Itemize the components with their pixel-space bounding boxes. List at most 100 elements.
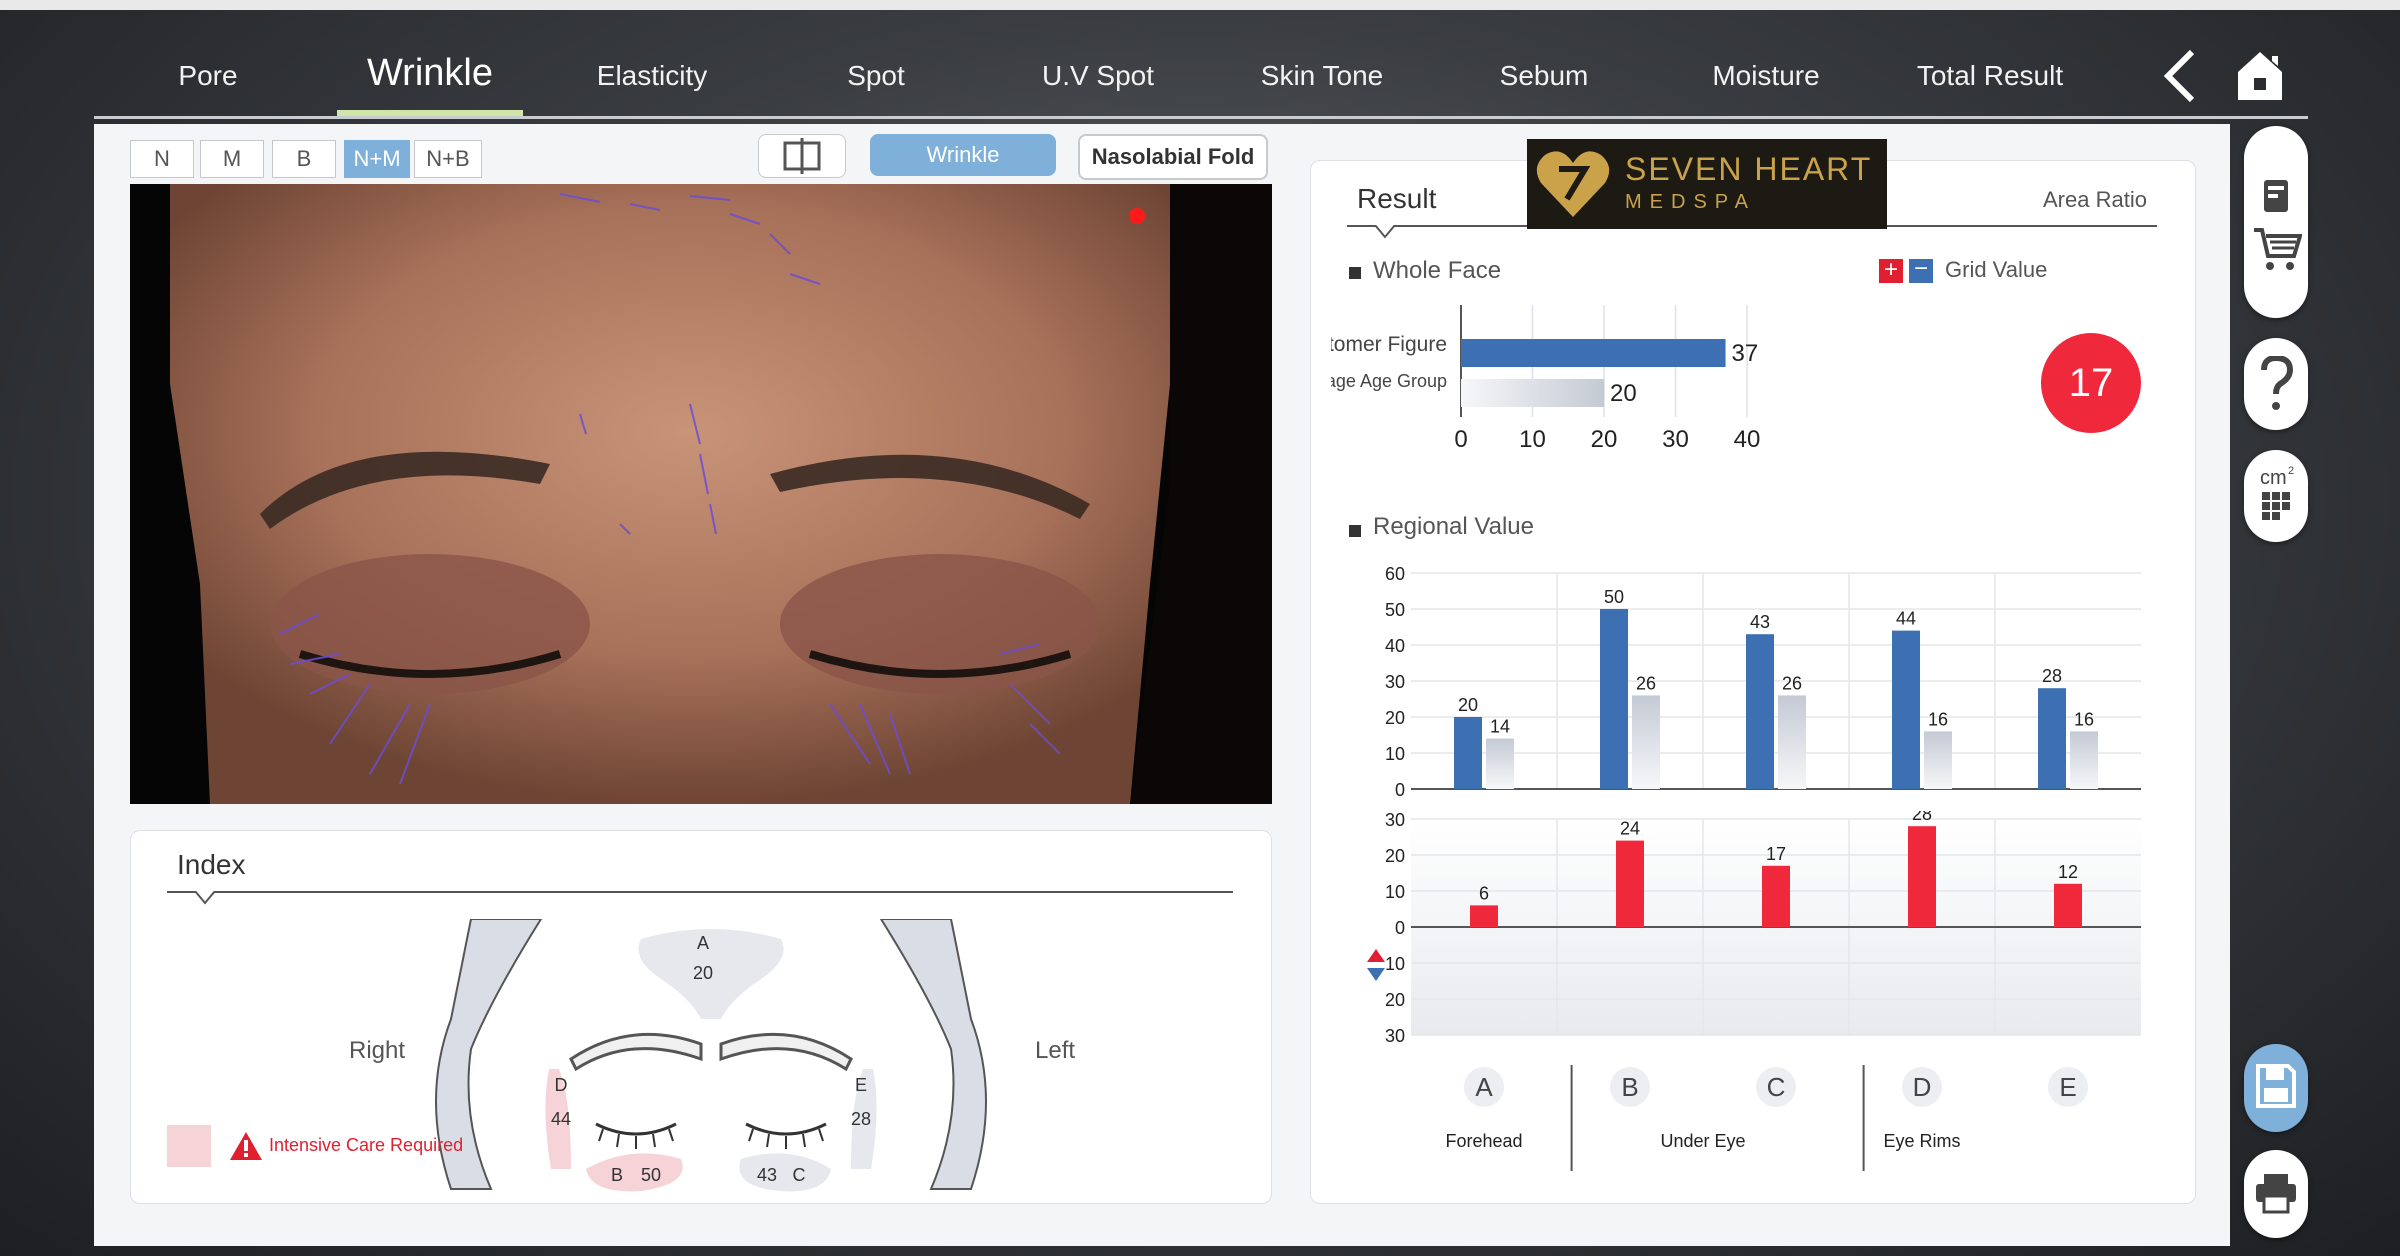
- data-label: 17: [1766, 844, 1786, 864]
- bar-average: [1486, 738, 1514, 789]
- y-tick-label: 40: [1385, 636, 1405, 656]
- group-label: Eye Rims: [1883, 1131, 1960, 1151]
- category-label: Customer Figure: [1331, 333, 1447, 356]
- bar-difference: [1470, 905, 1498, 927]
- tab-skin-tone[interactable]: Skin Tone: [1232, 60, 1412, 92]
- warning-icon: [230, 1132, 262, 1160]
- data-label: 26: [1636, 673, 1656, 693]
- regional-value-label: Regional Value: [1373, 513, 1535, 540]
- logo-line1: SEVEN HEART: [1625, 151, 1873, 187]
- y-tick-label: 10: [1385, 954, 1405, 974]
- mode-nm-button[interactable]: N+M: [344, 140, 410, 178]
- data-label: 20: [1458, 695, 1478, 715]
- data-label: 12: [2058, 862, 2078, 882]
- region-e-value: 28: [851, 1109, 871, 1129]
- bar-average: [1778, 695, 1806, 789]
- split-view-icon: [783, 138, 821, 174]
- y-tick-label: 10: [1385, 882, 1405, 902]
- tab-wrinkle[interactable]: Wrinkle: [340, 52, 520, 95]
- whole-face-label: Whole Face: [1373, 257, 1502, 284]
- top-nav: Pore Wrinkle Elasticity Spot U.V Spot Sk…: [94, 40, 2308, 119]
- bar-difference: [2054, 883, 2082, 927]
- y-tick-label: 10: [1385, 744, 1405, 764]
- wrinkle-analysis-button[interactable]: Wrinkle: [870, 134, 1056, 176]
- back-icon[interactable]: [2160, 48, 2200, 109]
- face-photo[interactable]: [130, 184, 1272, 804]
- svg-text:cm: cm: [2260, 467, 2287, 489]
- y-tick-label: 30: [1385, 811, 1405, 830]
- bar-customer: [2038, 688, 2066, 789]
- help-icon: [2261, 356, 2294, 410]
- mode-n-button[interactable]: N: [130, 140, 194, 178]
- printer-icon: [2256, 1174, 2296, 1214]
- area-unit-button[interactable]: cm 2: [2244, 450, 2308, 542]
- tab-spot[interactable]: Spot: [786, 60, 966, 92]
- mode-b-button[interactable]: B: [272, 140, 336, 178]
- save-icon: [2256, 1064, 2296, 1108]
- mode-nb-button[interactable]: N+B: [414, 140, 482, 178]
- section-bullet: [1349, 525, 1361, 537]
- grid-minus-button[interactable]: −: [1909, 257, 1933, 283]
- grid-plus-button[interactable]: +: [1879, 258, 1903, 283]
- window-titlebar: [0, 0, 2400, 10]
- y-tick-label: 20: [1385, 846, 1405, 866]
- mode-m-button[interactable]: M: [200, 140, 264, 178]
- region-category-axis: A B C D E Forehead Under Eye Eye Rims: [1445, 1065, 2088, 1171]
- bar: [1461, 339, 1726, 367]
- data-label: 26: [1782, 673, 1802, 693]
- regional-diff-chart: 30 20 10 0 10 20 30 6 24 17 28 12: [1385, 811, 2141, 1046]
- cart-icon[interactable]: [2252, 226, 2302, 272]
- svg-text:2: 2: [2288, 465, 2294, 477]
- caret-icon: [1374, 225, 1396, 239]
- tab-pore[interactable]: Pore: [118, 60, 298, 92]
- index-title: Index: [177, 849, 246, 880]
- caret-icon: [194, 891, 216, 905]
- data-label: 28: [2042, 666, 2062, 686]
- area-grid-icon: cm 2: [2260, 465, 2294, 520]
- region-d-letter: D: [555, 1075, 568, 1095]
- report-icon[interactable]: [2258, 178, 2294, 214]
- tab-total-result[interactable]: Total Result: [1900, 60, 2080, 92]
- bar-average: [1924, 731, 1952, 789]
- data-label: 50: [1604, 587, 1624, 607]
- tab-moisture[interactable]: Moisture: [1676, 60, 1856, 92]
- region-a-value: 20: [693, 963, 713, 983]
- x-tick-label: 30: [1662, 426, 1689, 451]
- score-badge: 17: [2041, 333, 2141, 433]
- save-button[interactable]: [2244, 1044, 2308, 1132]
- y-tick-label: 20: [1385, 990, 1405, 1010]
- data-label: 24: [1620, 819, 1640, 839]
- region-d-value: 44: [551, 1109, 571, 1129]
- region-b-value: 50: [641, 1165, 661, 1185]
- tab-elasticity[interactable]: Elasticity: [562, 60, 742, 92]
- logo-line2: MEDSPA: [1625, 191, 1756, 213]
- x-tick-label: 10: [1519, 426, 1546, 451]
- category-letter: E: [2059, 1072, 2076, 1102]
- data-label: 43: [1750, 612, 1770, 632]
- y-tick-label: 20: [1385, 708, 1405, 728]
- data-label: 44: [1896, 609, 1916, 629]
- help-button[interactable]: [2244, 338, 2308, 430]
- bar-customer: [1892, 630, 1920, 789]
- compare-view-button[interactable]: [758, 134, 846, 178]
- data-label: 37: [1732, 340, 1759, 367]
- nasolabial-fold-button[interactable]: Nasolabial Fold: [1078, 134, 1268, 180]
- home-icon[interactable]: [2234, 48, 2286, 109]
- region-c-letter: C: [793, 1165, 806, 1185]
- group-label: Forehead: [1445, 1131, 1522, 1151]
- data-label: 16: [1928, 709, 1948, 729]
- tab-uv-spot[interactable]: U.V Spot: [1008, 60, 1188, 92]
- result-card: Result Area Ratio SEVEN HEART MEDSPA Who…: [1310, 139, 2196, 1204]
- report-cart-toolbar: [2244, 126, 2308, 318]
- category-letter: D: [1913, 1072, 1932, 1102]
- category-letter: C: [1767, 1072, 1786, 1102]
- tab-sebum[interactable]: Sebum: [1454, 60, 1634, 92]
- brand-logo: SEVEN HEART MEDSPA: [1527, 139, 1887, 229]
- legend-swatch: [167, 1125, 211, 1167]
- category-label: Average Age Group: [1331, 371, 1447, 391]
- data-label: 28: [1912, 811, 1932, 824]
- y-tick-label: 50: [1385, 600, 1405, 620]
- print-button[interactable]: [2244, 1150, 2308, 1238]
- data-label: 20: [1610, 380, 1637, 407]
- active-tab-indicator: [337, 110, 523, 116]
